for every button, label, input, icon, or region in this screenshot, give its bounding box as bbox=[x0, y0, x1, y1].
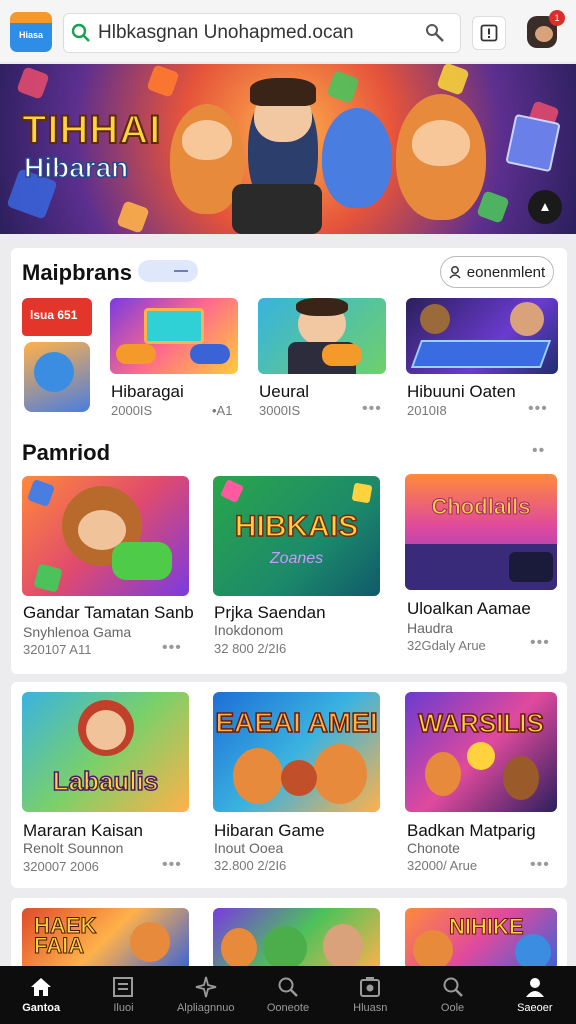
section-action-label: eonenmlent bbox=[466, 263, 546, 281]
app-logo-text: Hiasa bbox=[18, 30, 44, 40]
notification-badge: 1 bbox=[549, 10, 565, 26]
game-card-thumb[interactable]: NIHIKE bbox=[405, 908, 557, 970]
person-icon bbox=[449, 266, 461, 279]
game-card-thumb[interactable] bbox=[213, 908, 380, 970]
nav-label: Gantoa bbox=[22, 1002, 61, 1014]
game-title: Badkan Matparig bbox=[407, 821, 536, 840]
section-title-featured: Maipbrans bbox=[22, 260, 133, 285]
library-icon bbox=[113, 977, 134, 997]
game-art-title: NIHIKE bbox=[449, 914, 525, 940]
nav-item-explore[interactable]: Alpliagnnuo bbox=[165, 966, 247, 1024]
game-card-thumb[interactable]: Labaulis bbox=[22, 692, 189, 812]
list-item[interactable]: lsua 651 bbox=[22, 298, 92, 414]
more-icon[interactable]: ••• bbox=[362, 400, 382, 418]
sparkle-icon bbox=[195, 976, 216, 998]
game-art-title: WARSILIS bbox=[417, 707, 544, 739]
nav-item-games[interactable]: Hluasn bbox=[329, 966, 411, 1024]
hero-banner[interactable]: TIHHAI Hibaran bbox=[0, 64, 576, 234]
game-meta: 32 800 2/2I6 bbox=[214, 641, 287, 656]
nav-item-zoom[interactable]: Oole bbox=[411, 966, 493, 1024]
search-icon bbox=[278, 977, 298, 997]
section-action-button[interactable]: eonenmlent bbox=[440, 256, 554, 288]
nav-label: Hluasn bbox=[353, 1002, 388, 1014]
list-item[interactable] bbox=[258, 298, 386, 374]
top-bar: Hiasa 1 bbox=[0, 0, 576, 62]
game-subtitle: Inout Ooea bbox=[214, 840, 284, 856]
search-icon bbox=[64, 13, 98, 53]
alert-button[interactable] bbox=[472, 16, 506, 50]
game-subtitle: Inokdonom bbox=[214, 622, 284, 638]
app-logo[interactable]: Hiasa bbox=[10, 12, 52, 52]
nav-item-home[interactable]: Gantoa bbox=[0, 966, 82, 1024]
game-meta: 32.800 2/2I6 bbox=[214, 858, 287, 873]
item-subtitle: 2000IS bbox=[111, 403, 153, 418]
nav-label: Oole bbox=[440, 1002, 465, 1014]
game-title: Prjka Saendan bbox=[214, 603, 326, 622]
game-card-thumb[interactable] bbox=[22, 476, 189, 596]
search-input[interactable] bbox=[98, 22, 398, 44]
game-card-thumb[interactable]: HAEK FAIA bbox=[22, 908, 189, 970]
nav-label: Iluoi bbox=[113, 1002, 134, 1014]
list-item[interactable] bbox=[406, 298, 558, 374]
section-title-popular: Pamriod bbox=[22, 440, 111, 465]
game-title: Hibaran Game bbox=[214, 821, 325, 840]
nav-item-profile[interactable]: Saeoer bbox=[494, 966, 576, 1024]
nav-item-search[interactable]: Ooneote bbox=[247, 966, 329, 1024]
expand-icon bbox=[541, 203, 549, 211]
game-art-subtitle: Zoanes bbox=[269, 550, 324, 567]
item-title: Hibuuni Oaten bbox=[407, 382, 516, 401]
game-art-title: Labaulis bbox=[52, 765, 159, 797]
game-meta: 320007 2006 bbox=[23, 859, 99, 874]
game-title: Gandar Tamatan Sanb bbox=[23, 603, 194, 622]
promo-label: lsua 651 bbox=[30, 308, 78, 322]
nav-label: Ooneote bbox=[266, 1002, 310, 1014]
item-title: Hibaragai bbox=[111, 382, 184, 401]
home-icon bbox=[31, 978, 52, 996]
item-title: Ueural bbox=[259, 382, 310, 401]
game-card-thumb[interactable]: HIBKAIS Zoanes bbox=[213, 476, 380, 596]
game-art-title: HIBKAIS bbox=[234, 509, 359, 544]
more-icon[interactable]: •• bbox=[532, 442, 545, 460]
key-icon[interactable] bbox=[424, 22, 446, 49]
game-card-thumb[interactable]: Chodlails bbox=[405, 474, 557, 590]
game-art-title: HAEK FAIA bbox=[34, 913, 97, 958]
game-meta: 320107 A11 bbox=[23, 642, 92, 657]
bottom-nav: Gantoa Iluoi Alpliagnnuo Ooneote Hluasn … bbox=[0, 966, 576, 1024]
more-icon[interactable]: ••• bbox=[162, 856, 182, 874]
game-card-thumb[interactable]: EAEAI AMEI bbox=[213, 692, 380, 812]
item-subtitle: 3000IS bbox=[259, 403, 301, 418]
item-meta: •A1 bbox=[212, 403, 233, 418]
more-icon[interactable]: ••• bbox=[530, 856, 550, 874]
filter-pill[interactable] bbox=[138, 260, 198, 282]
game-subtitle: Haudra bbox=[407, 620, 453, 636]
hero-title: TIHHAI bbox=[21, 107, 162, 153]
profile-icon bbox=[525, 978, 544, 997]
more-icon[interactable]: ••• bbox=[528, 400, 548, 418]
zoom-icon bbox=[443, 977, 463, 997]
game-card-thumb[interactable]: WARSILIS bbox=[405, 692, 557, 812]
game-subtitle: Snyhlenoa Gama bbox=[23, 624, 132, 640]
alert-icon bbox=[480, 24, 498, 42]
game-subtitle: Renolt Sounnon bbox=[23, 840, 124, 856]
game-subtitle: Chonote bbox=[407, 840, 460, 856]
game-art-title: Chodlails bbox=[431, 494, 531, 520]
game-art-title: EAEAI AMEI bbox=[215, 707, 379, 738]
game-meta: 32Gdaly Arue bbox=[407, 638, 486, 653]
game-meta: 32000/ Arue bbox=[407, 858, 478, 873]
more-icon[interactable]: ••• bbox=[530, 634, 550, 652]
games-icon bbox=[360, 977, 381, 997]
hero-subtitle: Hibaran bbox=[23, 151, 129, 184]
nav-label: Alpliagnnuo bbox=[176, 1002, 235, 1014]
nav-label: Saeoer bbox=[517, 1002, 553, 1014]
more-icon[interactable]: ••• bbox=[162, 639, 182, 657]
item-subtitle: 2010I8 bbox=[407, 403, 447, 418]
game-title: Uloalkan Aamae bbox=[407, 599, 531, 618]
search-bar[interactable] bbox=[63, 13, 461, 53]
nav-item-library[interactable]: Iluoi bbox=[82, 966, 164, 1024]
list-item[interactable] bbox=[110, 298, 238, 374]
expand-button[interactable] bbox=[528, 190, 562, 224]
game-title: Mararan Kaisan bbox=[23, 821, 144, 840]
